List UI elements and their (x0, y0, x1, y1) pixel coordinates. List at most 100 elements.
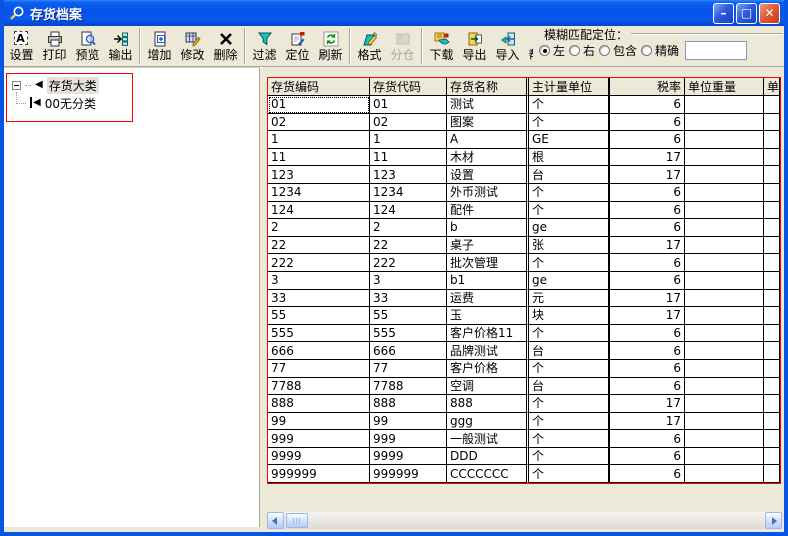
cell[interactable] (685, 202, 764, 220)
cell[interactable]: 01 (268, 96, 370, 114)
column-header-1[interactable]: 存货代码 (370, 78, 447, 96)
cell[interactable]: 2 (370, 219, 447, 237)
cell[interactable]: 空调 (447, 378, 529, 396)
cell[interactable]: 2 (268, 219, 370, 237)
cell[interactable] (764, 360, 780, 378)
cell[interactable] (685, 430, 764, 448)
cell[interactable]: 555 (370, 325, 447, 343)
cell[interactable]: 17 (610, 413, 685, 431)
cell[interactable]: b1 (447, 272, 529, 290)
cell[interactable]: 999999 (268, 465, 370, 483)
cell[interactable] (685, 342, 764, 360)
cell[interactable]: 123 (268, 166, 370, 184)
cell[interactable]: 块 (529, 307, 610, 325)
cell[interactable]: 999999 (370, 465, 447, 483)
cell[interactable]: 6 (610, 272, 685, 290)
cell[interactable]: 17 (610, 395, 685, 413)
maximize-button[interactable]: □ (736, 3, 757, 24)
cell[interactable]: 222 (268, 254, 370, 272)
cell[interactable]: 22 (268, 237, 370, 255)
cell[interactable] (764, 184, 780, 202)
cell[interactable] (685, 395, 764, 413)
cell[interactable]: 17 (610, 307, 685, 325)
column-header-4[interactable]: 税率 (610, 78, 685, 96)
cell[interactable]: 6 (610, 430, 685, 448)
cell[interactable]: 6 (610, 96, 685, 114)
cell[interactable] (764, 307, 780, 325)
cell[interactable] (764, 219, 780, 237)
cell[interactable]: 外币测试 (447, 184, 529, 202)
cell[interactable] (764, 430, 780, 448)
cell[interactable] (764, 114, 780, 132)
cell[interactable]: 个 (529, 465, 610, 483)
cell[interactable]: 1234 (370, 184, 447, 202)
minimize-button[interactable]: – (713, 3, 734, 24)
cell[interactable]: 6 (610, 360, 685, 378)
cell[interactable]: ge (529, 219, 610, 237)
tree-root-label[interactable]: 存货大类 (47, 77, 99, 94)
cell[interactable] (764, 254, 780, 272)
format-button[interactable]: 格式 (353, 26, 386, 66)
cell[interactable]: 图案 (447, 114, 529, 132)
cell[interactable]: 3 (370, 272, 447, 290)
delete-button[interactable]: 删除 (209, 26, 242, 66)
scroll-left-button[interactable] (267, 512, 284, 529)
cell[interactable] (685, 325, 764, 343)
scrollbar-thumb[interactable] (286, 513, 308, 528)
column-header-2[interactable]: 存货名称 (447, 78, 529, 96)
cell[interactable]: 配件 (447, 202, 529, 220)
cell[interactable] (685, 413, 764, 431)
column-header-0[interactable]: 存货编码 (268, 78, 370, 96)
cell[interactable]: 批次管理 (447, 254, 529, 272)
cell[interactable] (764, 237, 780, 255)
cell[interactable]: 02 (268, 114, 370, 132)
cell[interactable]: 个 (529, 360, 610, 378)
output-button[interactable]: 输出 (104, 26, 137, 66)
fuzzy-radio-0[interactable]: 左 (539, 42, 565, 59)
cell[interactable]: 元 (529, 290, 610, 308)
cell[interactable]: 7788 (370, 378, 447, 396)
cell[interactable] (764, 290, 780, 308)
cell[interactable]: 张 (529, 237, 610, 255)
cell[interactable]: 124 (268, 202, 370, 220)
cell[interactable] (685, 290, 764, 308)
cell[interactable]: 根 (529, 149, 610, 167)
cell[interactable]: 木材 (447, 149, 529, 167)
cell[interactable]: 玉 (447, 307, 529, 325)
collapse-icon[interactable] (12, 81, 21, 90)
cell[interactable]: 6 (610, 114, 685, 132)
cell[interactable]: 33 (370, 290, 447, 308)
cell[interactable]: 888 (370, 395, 447, 413)
cell[interactable] (764, 448, 780, 466)
close-button[interactable]: ✕ (759, 3, 780, 24)
cell[interactable]: 6 (610, 378, 685, 396)
cell[interactable] (685, 360, 764, 378)
cell[interactable]: 台 (529, 378, 610, 396)
cell[interactable]: 客户价格 (447, 360, 529, 378)
cell[interactable]: A (447, 131, 529, 149)
cell[interactable]: 666 (370, 342, 447, 360)
cell[interactable]: 个 (529, 96, 610, 114)
cell[interactable]: 99 (370, 413, 447, 431)
cell[interactable]: 6 (610, 342, 685, 360)
cell[interactable]: DDD (447, 448, 529, 466)
cell[interactable]: 77 (268, 360, 370, 378)
cell[interactable]: 33 (268, 290, 370, 308)
fuzzy-radio-3[interactable]: 精确 (641, 42, 679, 59)
cell[interactable]: 02 (370, 114, 447, 132)
cell[interactable] (685, 184, 764, 202)
modify-button[interactable]: 修改 (176, 26, 209, 66)
fuzzy-match-input[interactable] (685, 41, 747, 60)
column-header-3[interactable]: 主计量单位 (529, 78, 610, 96)
cell[interactable]: 一般测试 (447, 430, 529, 448)
cell[interactable]: 999 (268, 430, 370, 448)
cell[interactable]: 个 (529, 202, 610, 220)
cell[interactable]: 888 (268, 395, 370, 413)
cell[interactable] (764, 413, 780, 431)
cell[interactable]: 9999 (268, 448, 370, 466)
cell[interactable] (685, 465, 764, 483)
tree-child-label[interactable]: 00无分类 (45, 95, 96, 112)
fuzzy-radio-2[interactable]: 包含 (599, 42, 637, 59)
cell[interactable]: GE (529, 131, 610, 149)
cell[interactable]: 9999 (370, 448, 447, 466)
